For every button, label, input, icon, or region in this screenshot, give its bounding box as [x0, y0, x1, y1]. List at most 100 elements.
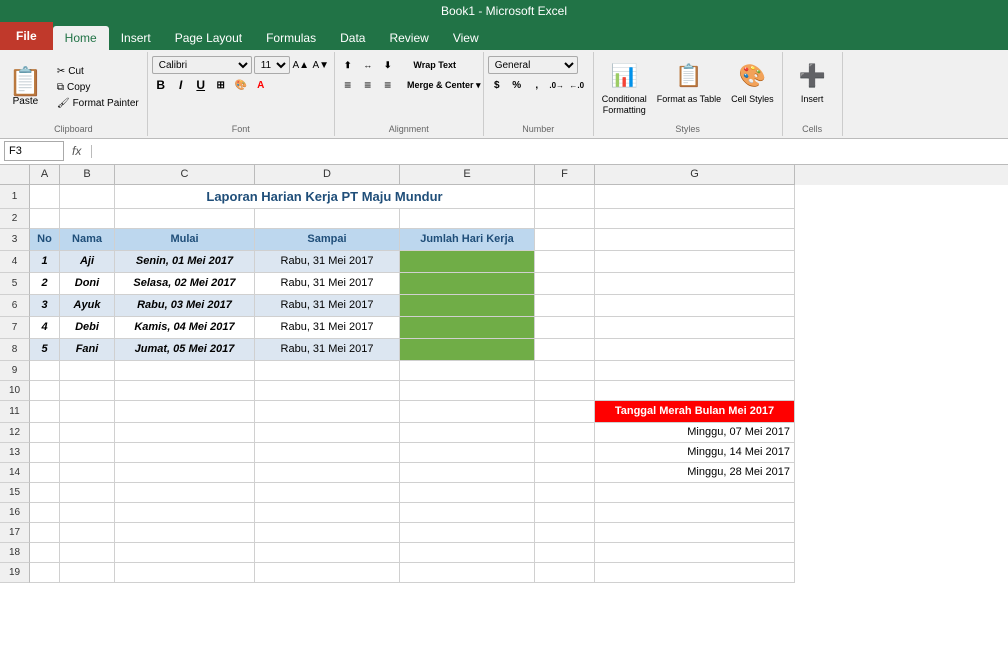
cell-e2[interactable] [400, 209, 535, 229]
cell-e13[interactable] [400, 443, 535, 463]
cell-f19[interactable] [535, 563, 595, 583]
wrap-text-button[interactable]: Wrap Text [409, 56, 461, 74]
cell-e17[interactable] [400, 523, 535, 543]
align-bottom-button[interactable]: ⬇ [379, 56, 397, 74]
cell-b14[interactable] [60, 463, 115, 483]
col-header-g[interactable]: G [595, 165, 795, 185]
cell-b9[interactable] [60, 361, 115, 381]
cell-c4[interactable]: Senin, 01 Mei 2017 [115, 251, 255, 273]
align-middle-button[interactable]: ↔ [359, 56, 377, 74]
cell-b3[interactable]: Nama [60, 229, 115, 251]
cell-g13[interactable]: Minggu, 14 Mei 2017 [595, 443, 795, 463]
cell-d11[interactable] [255, 401, 400, 423]
cell-f2[interactable] [535, 209, 595, 229]
row-header-16[interactable]: 16 [0, 503, 30, 523]
underline-button[interactable]: U [192, 76, 210, 94]
cell-a1[interactable] [30, 185, 60, 209]
cell-g12[interactable]: Minggu, 07 Mei 2017 [595, 423, 795, 443]
cell-d7[interactable]: Rabu, 31 Mei 2017 [255, 317, 400, 339]
cell-b17[interactable] [60, 523, 115, 543]
cell-d15[interactable] [255, 483, 400, 503]
col-header-f[interactable]: F [535, 165, 595, 185]
cell-c13[interactable] [115, 443, 255, 463]
formula-input[interactable] [98, 142, 1004, 160]
cell-e7[interactable] [400, 317, 535, 339]
align-center-button[interactable]: ≡ [359, 76, 377, 94]
cell-b12[interactable] [60, 423, 115, 443]
cell-d10[interactable] [255, 381, 400, 401]
col-header-b[interactable]: B [60, 165, 115, 185]
cell-g6[interactable] [595, 295, 795, 317]
cell-f17[interactable] [535, 523, 595, 543]
cell-c19[interactable] [115, 563, 255, 583]
fill-color-button[interactable]: 🎨 [232, 76, 250, 94]
cell-c15[interactable] [115, 483, 255, 503]
align-top-button[interactable]: ⬆ [339, 56, 357, 74]
cell-a3[interactable]: No [30, 229, 60, 251]
font-family-select[interactable]: Calibri [152, 56, 252, 74]
format-table-button[interactable]: 📋 Format as Table [653, 56, 725, 109]
cell-b6[interactable]: Ayuk [60, 295, 115, 317]
cell-a10[interactable] [30, 381, 60, 401]
row-header-15[interactable]: 15 [0, 483, 30, 503]
cell-a7[interactable]: 4 [30, 317, 60, 339]
row-header-1[interactable]: 1 [0, 185, 30, 209]
cell-g1[interactable] [595, 185, 795, 209]
cell-d17[interactable] [255, 523, 400, 543]
cell-d8[interactable]: Rabu, 31 Mei 2017 [255, 339, 400, 361]
col-header-c[interactable]: C [115, 165, 255, 185]
cell-e16[interactable] [400, 503, 535, 523]
row-header-10[interactable]: 10 [0, 381, 30, 401]
cell-b15[interactable] [60, 483, 115, 503]
cell-reference-box[interactable]: F3 [4, 141, 64, 161]
cell-a5[interactable]: 2 [30, 273, 60, 295]
cell-d6[interactable]: Rabu, 31 Mei 2017 [255, 295, 400, 317]
cell-c3[interactable]: Mulai [115, 229, 255, 251]
font-size-select[interactable]: 11 [254, 56, 290, 74]
comma-button[interactable]: , [528, 76, 546, 94]
cell-b10[interactable] [60, 381, 115, 401]
row-header-17[interactable]: 17 [0, 523, 30, 543]
cell-d18[interactable] [255, 543, 400, 563]
tab-data[interactable]: Data [328, 26, 377, 50]
row-header-5[interactable]: 5 [0, 273, 30, 295]
number-format-select[interactable]: General [488, 56, 578, 74]
cell-c10[interactable] [115, 381, 255, 401]
cell-c8[interactable]: Jumat, 05 Mei 2017 [115, 339, 255, 361]
row-header-18[interactable]: 18 [0, 543, 30, 563]
cell-d12[interactable] [255, 423, 400, 443]
cell-c18[interactable] [115, 543, 255, 563]
row-header-8[interactable]: 8 [0, 339, 30, 361]
cell-g9[interactable] [595, 361, 795, 381]
cell-b11[interactable] [60, 401, 115, 423]
col-header-a[interactable]: A [30, 165, 60, 185]
cell-e4[interactable] [400, 251, 535, 273]
cell-b1[interactable] [60, 185, 115, 209]
cell-a8[interactable]: 5 [30, 339, 60, 361]
cell-e11[interactable] [400, 401, 535, 423]
cell-g8[interactable] [595, 339, 795, 361]
font-color-button[interactable]: A [252, 76, 270, 94]
cell-e6[interactable] [400, 295, 535, 317]
conditional-formatting-button[interactable]: 📊 ConditionalFormatting [598, 56, 651, 120]
cell-f6[interactable] [535, 295, 595, 317]
cell-f11[interactable] [535, 401, 595, 423]
cell-a14[interactable] [30, 463, 60, 483]
cell-b2[interactable] [60, 209, 115, 229]
row-header-9[interactable]: 9 [0, 361, 30, 381]
tab-insert[interactable]: Insert [109, 26, 163, 50]
cell-e15[interactable] [400, 483, 535, 503]
bold-button[interactable]: B [152, 76, 170, 94]
cell-f12[interactable] [535, 423, 595, 443]
cell-g14[interactable]: Minggu, 28 Mei 2017 [595, 463, 795, 483]
increase-font-button[interactable]: A▲ [292, 56, 310, 74]
cell-f9[interactable] [535, 361, 595, 381]
row-header-12[interactable]: 12 [0, 423, 30, 443]
cell-e10[interactable] [400, 381, 535, 401]
border-button[interactable]: ⊞ [212, 76, 230, 94]
row-header-13[interactable]: 13 [0, 443, 30, 463]
decrease-decimal-button[interactable]: ←.0 [568, 76, 586, 94]
cell-g7[interactable] [595, 317, 795, 339]
cell-e9[interactable] [400, 361, 535, 381]
percent-button[interactable]: $ [488, 76, 506, 94]
